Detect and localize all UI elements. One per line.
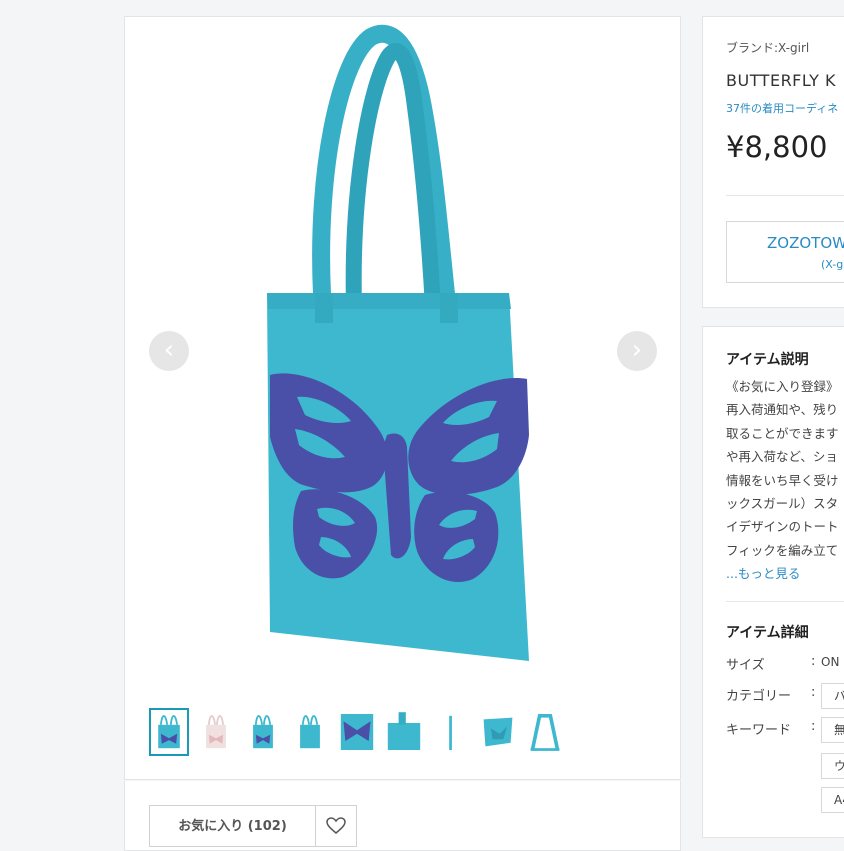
shop-button-label: ZOZOTOW (767, 234, 844, 252)
shop-button[interactable]: ZOZOTOW (X-g (726, 221, 844, 283)
thumbnail-7[interactable] (431, 708, 471, 756)
description-line: 取ることができます (726, 425, 839, 441)
favorite-area: お気に入り (102) (124, 781, 681, 851)
category-label: カテゴリー (726, 689, 792, 704)
tote-bag-image (267, 24, 529, 661)
keyword-chip[interactable]: A4 (821, 787, 844, 813)
thumbnail-strip (149, 708, 669, 756)
next-image-arrow[interactable]: › (617, 331, 657, 371)
divider (726, 601, 844, 602)
product-info-panel: ブランド:X-girl BUTTERFLY K 37件の着用コーディネ ¥8,8… (702, 16, 844, 308)
favorite-heart-button[interactable] (315, 805, 357, 847)
colon: : (811, 654, 816, 669)
category-chip[interactable]: バ (821, 683, 844, 709)
description-line: 再入荷通知や、残り (726, 402, 839, 418)
item-description-panel: アイテム説明 《お気に入り登録》 再入荷通知や、残り 取ることができます や再入… (702, 326, 844, 838)
heart-icon (326, 817, 346, 834)
description-line: や再入荷など、ショ (726, 449, 838, 465)
description-line: イデザインのトート (726, 519, 839, 535)
thumbnail-3[interactable] (243, 708, 283, 756)
description-title: アイテム説明 (726, 352, 809, 368)
thumbnail-9[interactable] (525, 708, 565, 756)
coordinate-link[interactable]: 37件の着用コーディネ (726, 100, 838, 116)
favorite-button[interactable]: お気に入り (102) (149, 805, 315, 847)
size-label: サイズ (726, 658, 765, 673)
product-gallery: ‹ › (124, 16, 681, 780)
previous-image-arrow[interactable]: ‹ (149, 331, 189, 371)
product-price: ¥8,800 (726, 130, 828, 164)
brand-label[interactable]: ブランド:X-girl (726, 39, 809, 56)
keyword-chip[interactable]: ウ (821, 753, 844, 779)
thumbnail-5[interactable] (337, 708, 377, 756)
description-line: 情報をいち早く受け (726, 472, 839, 488)
description-line: フィックを編み立て (726, 542, 839, 558)
read-more-link[interactable]: ...もっと見る (726, 563, 800, 582)
description-text: 《お気に入り登録》 再入荷通知や、残り 取ることができます や再入荷など、ショ … (726, 375, 839, 562)
keyword-chip[interactable]: 無 (821, 717, 844, 743)
size-value: ON (821, 655, 840, 669)
product-name: BUTTERFLY K (726, 71, 837, 90)
thumbnail-4[interactable] (290, 708, 330, 756)
thumbnail-6[interactable] (384, 708, 424, 756)
divider (726, 195, 844, 196)
thumbnail-2[interactable] (196, 708, 236, 756)
thumbnail-8[interactable] (478, 708, 518, 756)
thumbnail-1[interactable] (149, 708, 189, 756)
colon: : (811, 685, 816, 700)
description-line: 《お気に入り登録》 (726, 379, 839, 394)
main-product-image[interactable] (125, 17, 680, 697)
details-title: アイテム詳細 (726, 625, 809, 641)
keyword-label: キーワード (726, 723, 792, 738)
shop-button-sublabel: (X-g (821, 258, 844, 271)
description-line: ックスガール）スタ (726, 496, 839, 512)
colon: : (811, 719, 816, 734)
